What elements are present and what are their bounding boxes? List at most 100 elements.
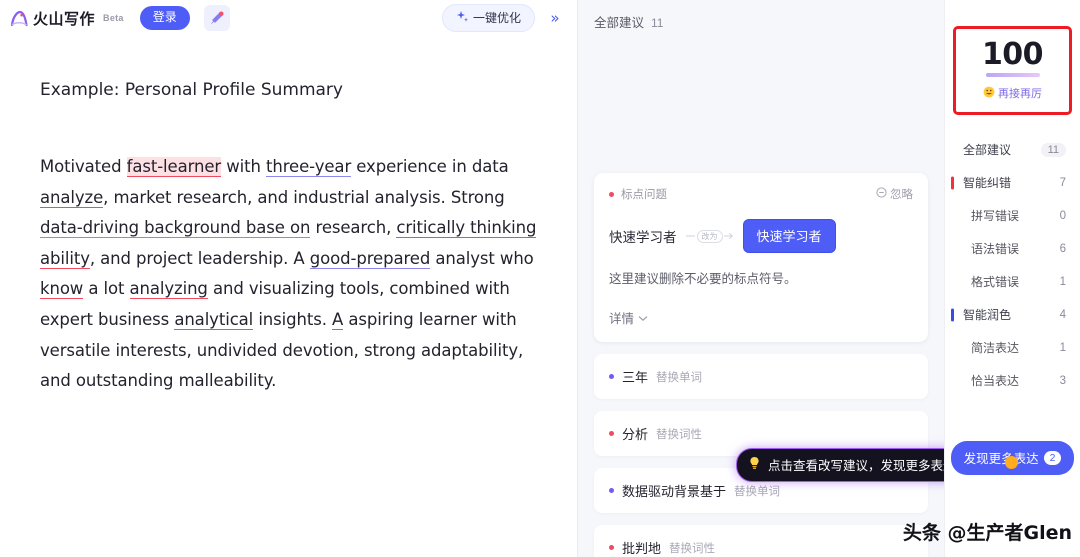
suggestion-row-kind: 替换单词 bbox=[656, 371, 703, 384]
discover-more-label: 发现更多表达 bbox=[963, 452, 1039, 466]
suggestion-detail-label: 详情 bbox=[609, 312, 635, 326]
stat-row-value: 6 bbox=[1059, 242, 1066, 255]
stat-row-label: 智能润色 bbox=[963, 308, 1012, 322]
stat-row-value: 3 bbox=[1059, 374, 1066, 387]
stat-row-语法错误[interactable]: 语法错误 6 bbox=[945, 232, 1080, 265]
paragraph-text: insights. bbox=[253, 309, 333, 329]
document-paragraph[interactable]: Motivated fast-learner with three-year e… bbox=[40, 152, 537, 397]
app-toolbar: 火山写作 Beta 登录 一键优化 » bbox=[0, 0, 577, 36]
chevron-double-right-icon[interactable]: » bbox=[543, 6, 567, 30]
suggestion-row-dot-icon bbox=[609, 374, 614, 379]
minus-circle-icon bbox=[876, 187, 887, 201]
replace-arrow-icon: 改为 bbox=[685, 229, 734, 243]
inline-suggestion-mark[interactable]: know bbox=[40, 279, 83, 300]
one-click-optimize-label: 一键优化 bbox=[472, 11, 521, 25]
score-caption-label: 再接再厉 bbox=[998, 88, 1042, 100]
ignore-suggestion-button[interactable]: 忽略 bbox=[876, 186, 913, 202]
editor-column: 火山写作 Beta 登录 一键优化 » Example: Personal Pr… bbox=[0, 0, 578, 557]
suggestion-row-word: 批判地 bbox=[622, 541, 662, 556]
stat-row-label: 智能纠错 bbox=[963, 176, 1012, 190]
stat-row-label: 语法错误 bbox=[971, 242, 1020, 256]
score-value: 100 bbox=[981, 37, 1044, 72]
inline-suggestion-mark[interactable]: A bbox=[332, 309, 343, 330]
brand: 火山写作 Beta bbox=[8, 8, 124, 29]
stat-row-拼写错误[interactable]: 拼写错误 0 bbox=[945, 199, 1080, 232]
suggestion-row-kind: 替换词性 bbox=[669, 542, 716, 555]
document-editor[interactable]: Example: Personal Profile Summary Motiva… bbox=[0, 36, 577, 557]
stat-row-value: 1 bbox=[1059, 341, 1066, 354]
ignore-suggestion-label: 忽略 bbox=[890, 189, 913, 201]
stat-row-label: 简洁表达 bbox=[971, 341, 1020, 355]
rewrite-hint-tooltip: 点击查看改写建议，发现更多表达 bbox=[736, 448, 944, 482]
suggestions-header-count: 11 bbox=[651, 16, 664, 30]
inline-suggestion-mark[interactable]: analytical bbox=[174, 309, 253, 330]
login-button[interactable]: 登录 bbox=[139, 6, 190, 30]
toolbar-right-group: 一键优化 » bbox=[441, 0, 567, 36]
suggestions-header: 全部建议 11 bbox=[578, 0, 944, 41]
suggestion-card-header: 标点问题 忽略 bbox=[609, 186, 913, 202]
stat-row-value: 11 bbox=[1040, 142, 1066, 157]
paragraph-text: analyst who bbox=[430, 248, 534, 268]
stat-row-value: 7 bbox=[1059, 176, 1066, 189]
stat-row-恰当表达[interactable]: 恰当表达 3 bbox=[945, 364, 1080, 397]
magic-wand-icon[interactable] bbox=[203, 5, 230, 31]
suggestion-row[interactable]: 三年 替换单词 bbox=[594, 354, 928, 399]
paragraph-text: a lot bbox=[83, 279, 130, 299]
brand-name: 火山写作 bbox=[33, 10, 96, 28]
stat-row-label: 全部建议 bbox=[963, 143, 1012, 157]
mouse-cursor-highlight bbox=[1005, 456, 1018, 469]
suggestion-type-label: 标点问题 bbox=[621, 189, 667, 201]
score-underline-decoration bbox=[985, 73, 1040, 77]
suggestion-detail-toggle[interactable]: 详情 bbox=[609, 308, 648, 327]
suggestions-column: 全部建议 11 标点问题 忽略 快速学习者 改为 快速学习者 这里建议删除不必要… bbox=[578, 0, 944, 557]
stat-row-格式错误[interactable]: 格式错误 1 bbox=[945, 265, 1080, 298]
suggestion-type-tag: 标点问题 bbox=[609, 186, 667, 202]
suggestion-row-word: 三年 bbox=[622, 370, 649, 385]
score-annotation-box: 100 再接再厉 bbox=[953, 26, 1072, 115]
suggestion-card-active[interactable]: 标点问题 忽略 快速学习者 改为 快速学习者 这里建议删除不必要的标点符号。 详… bbox=[594, 173, 928, 342]
inline-suggestion-mark[interactable]: analyzing bbox=[129, 279, 208, 300]
suggestion-explanation: 这里建议删除不必要的标点符号。 bbox=[609, 272, 797, 286]
beta-badge: Beta bbox=[103, 13, 124, 23]
discover-more-count: 2 bbox=[1043, 450, 1062, 465]
inline-suggestion-mark[interactable]: fast-learner bbox=[126, 157, 221, 177]
suggestion-row-dot-icon bbox=[609, 431, 614, 436]
stat-row-value: 0 bbox=[1059, 209, 1066, 222]
inline-suggestion-mark[interactable]: analyze bbox=[40, 187, 103, 208]
paragraph-text: , market research, and industrial analys… bbox=[103, 187, 505, 207]
suggestion-row-kind: 替换单词 bbox=[734, 485, 781, 498]
volcano-logo-icon bbox=[8, 8, 30, 28]
inline-suggestion-mark[interactable]: three-year bbox=[266, 157, 351, 177]
suggestion-row-dot-icon bbox=[609, 545, 614, 550]
paragraph-text: with bbox=[221, 157, 266, 176]
stat-row-accent-bar bbox=[951, 308, 954, 321]
paragraph-text: , and project leadership. A bbox=[89, 248, 310, 268]
stat-row-label: 恰当表达 bbox=[971, 374, 1020, 388]
document-title: Example: Personal Profile Summary bbox=[40, 80, 343, 100]
paragraph-text: research, bbox=[310, 218, 397, 238]
watermark: 头条 @生产者Glen bbox=[902, 522, 1072, 544]
score-caption: 再接再厉 bbox=[956, 85, 1069, 101]
stat-row-label: 格式错误 bbox=[971, 275, 1020, 289]
apply-replacement-button[interactable]: 快速学习者 bbox=[742, 219, 836, 253]
suggestion-type-dot-icon bbox=[609, 191, 614, 197]
rewrite-hint-text: 点击查看改写建议，发现更多表达 bbox=[768, 459, 944, 473]
stat-row-智能纠错[interactable]: 智能纠错 7 bbox=[945, 166, 1080, 199]
suggestion-row-word: 数据驱动背景基于 bbox=[622, 484, 727, 499]
chevron-down-icon bbox=[638, 311, 648, 325]
suggestion-row-kind: 替换词性 bbox=[656, 428, 703, 441]
inline-suggestion-mark[interactable]: data-driving background base on bbox=[40, 218, 310, 239]
suggestion-row[interactable]: 批判地 替换词性 bbox=[594, 525, 928, 557]
lightbulb-icon bbox=[748, 456, 761, 473]
stat-row-智能润色[interactable]: 智能润色 4 bbox=[945, 298, 1080, 331]
stat-row-value: 4 bbox=[1059, 308, 1066, 321]
inline-suggestion-mark[interactable]: good-prepared bbox=[309, 248, 430, 269]
stat-row-全部建议[interactable]: 全部建议 11 bbox=[945, 133, 1080, 166]
suggestion-row-word: 分析 bbox=[622, 427, 649, 442]
stat-row-label: 拼写错误 bbox=[971, 209, 1020, 223]
original-text: 快速学习者 bbox=[609, 230, 677, 245]
one-click-optimize-button[interactable]: 一键优化 bbox=[441, 4, 535, 32]
stat-row-简洁表达[interactable]: 简洁表达 1 bbox=[945, 331, 1080, 364]
paragraph-text: Motivated bbox=[40, 157, 127, 176]
replacement-row: 快速学习者 改为 快速学习者 bbox=[609, 219, 913, 253]
